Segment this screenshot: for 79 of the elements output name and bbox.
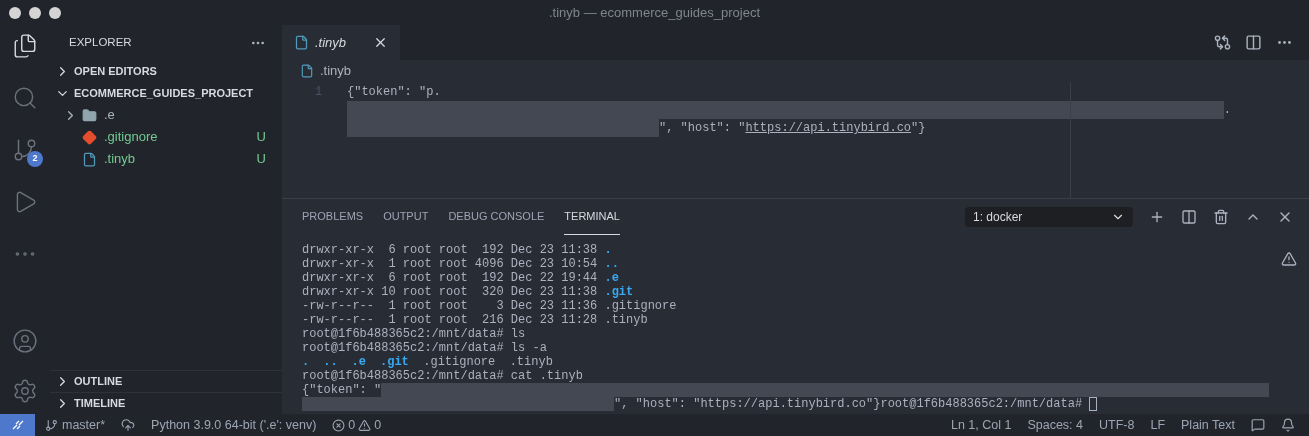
file-icon bbox=[82, 151, 97, 167]
terminal-text: root@1f6b488365c2:/mnt/data# cat .tinyb bbox=[302, 369, 583, 383]
folder-icon bbox=[82, 107, 97, 123]
code-text: . bbox=[1223, 102, 1231, 119]
file-icon bbox=[300, 64, 314, 78]
terminal-text: -rw-r--r-- 1 root root 3 Dec 23 11:36 .gitignore bbox=[302, 299, 677, 313]
file-tree-item[interactable]: .gitignore U bbox=[50, 126, 282, 148]
warning-icon[interactable] bbox=[1281, 251, 1297, 267]
error-icon bbox=[332, 418, 346, 432]
window-title: .tinyb — ecommerce_guides_project bbox=[549, 3, 760, 22]
panel-tab[interactable]: PROBLEMS bbox=[302, 199, 364, 235]
panel-tab[interactable]: OUTPUT bbox=[383, 199, 429, 235]
terminal-text: drwxr-xr-x 6 root root 192 Dec 23 11:38 bbox=[302, 243, 599, 257]
code-text: {"token": "p. bbox=[347, 84, 441, 101]
status-item[interactable]: UTF-8 bbox=[1099, 415, 1135, 435]
notification-badge: 2 bbox=[27, 151, 43, 167]
branch-icon[interactable] bbox=[12, 137, 38, 163]
python-interpreter[interactable]: Python 3.9.0 64-bit ('.e': venv) bbox=[151, 415, 317, 435]
section-header[interactable]: OUTLINE bbox=[50, 370, 282, 392]
panel-tab[interactable]: TERMINAL bbox=[564, 199, 620, 235]
files-icon[interactable] bbox=[12, 33, 38, 59]
trash-icon[interactable] bbox=[1213, 209, 1229, 225]
terminal-text: {"token": " bbox=[302, 383, 382, 397]
window-control-icon[interactable] bbox=[49, 6, 61, 19]
branch-status[interactable]: master* bbox=[45, 415, 106, 435]
terminal-text: drwxr-xr-x 10 root root 320 Dec 23 11:38 bbox=[302, 285, 599, 299]
search-icon[interactable] bbox=[12, 85, 38, 111]
git-status: U bbox=[256, 150, 266, 169]
directory-name: . bbox=[302, 355, 310, 369]
file-tree-item[interactable]: .e bbox=[50, 104, 282, 126]
file-icon bbox=[294, 35, 309, 50]
terminal-text: root@1f6b488365c2:/mnt/data# ls -a bbox=[302, 341, 547, 355]
split-editor-icon[interactable] bbox=[1245, 34, 1262, 51]
compare-icon[interactable] bbox=[1214, 34, 1231, 51]
bell-icon[interactable] bbox=[1281, 418, 1295, 432]
diamond-icon bbox=[82, 129, 97, 145]
code-text: ", "host": " bbox=[659, 120, 746, 137]
settings-icon[interactable] bbox=[12, 378, 38, 404]
terminal-text: ", "host": "https://api.tinybird.co"}root@1f6b488365c2:/mnt/data# bbox=[614, 397, 1084, 411]
close-icon[interactable] bbox=[373, 35, 388, 50]
window-control-icon[interactable] bbox=[9, 6, 21, 19]
url-link[interactable]: https://api.tinybird.co bbox=[745, 119, 912, 137]
editor-tab[interactable]: .tinyb bbox=[282, 25, 400, 60]
section-header[interactable]: ECOMMERCE_GUIDES_PROJECT bbox=[50, 82, 282, 104]
directory-name: .. bbox=[604, 257, 619, 271]
terminal-text: root@1f6b488365c2:/mnt/data# ls bbox=[302, 327, 526, 341]
problems-status[interactable]: 0 0 bbox=[332, 415, 382, 435]
status-item[interactable]: Plain Text bbox=[1181, 415, 1235, 435]
directory-name: .e bbox=[351, 355, 366, 369]
directory-name: . bbox=[604, 243, 612, 257]
split-terminal-icon[interactable] bbox=[1181, 209, 1197, 225]
directory-name: .. bbox=[323, 355, 338, 369]
terminal-cursor bbox=[1089, 397, 1098, 411]
terminal-text: drwxr-xr-x 6 root root 192 Dec 22 19:44 bbox=[302, 271, 599, 285]
warning-icon bbox=[358, 418, 372, 432]
code-text: "} bbox=[911, 120, 926, 137]
account-icon[interactable] bbox=[12, 328, 38, 354]
cloud-upload-icon[interactable] bbox=[121, 418, 136, 432]
directory-name: .e bbox=[604, 271, 619, 285]
breadcrumb[interactable]: .tinyb bbox=[320, 61, 352, 81]
terminal-text: .gitignore .tinyb bbox=[422, 355, 553, 369]
git-status: U bbox=[256, 128, 266, 147]
branch-icon bbox=[45, 418, 58, 432]
status-item[interactable]: Spaces: 4 bbox=[1027, 415, 1083, 435]
terminal-text: drwxr-xr-x 1 root root 4096 Dec 23 10:54 bbox=[302, 257, 599, 271]
sidebar-title: EXPLORER bbox=[69, 34, 132, 50]
file-tree-item[interactable]: .tinyb U bbox=[50, 148, 282, 170]
directory-name: .git bbox=[380, 355, 409, 369]
section-header[interactable]: OPEN EDITORS bbox=[50, 60, 282, 82]
terminal-text: -rw-r--r-- 1 root root 216 Dec 23 11:28 .tinyb bbox=[302, 313, 648, 327]
terminal-select[interactable]: 1: docker bbox=[965, 207, 1133, 227]
feedback-icon[interactable] bbox=[1251, 418, 1265, 432]
window-control-icon[interactable] bbox=[29, 6, 41, 19]
panel-tab[interactable]: DEBUG CONSOLE bbox=[448, 199, 545, 235]
remote-icon bbox=[10, 419, 25, 431]
status-item[interactable]: Ln 1, Col 1 bbox=[950, 415, 1012, 435]
status-item[interactable]: LF bbox=[1150, 415, 1166, 435]
add-icon[interactable] bbox=[1149, 209, 1165, 225]
directory-name: .git bbox=[604, 285, 634, 299]
